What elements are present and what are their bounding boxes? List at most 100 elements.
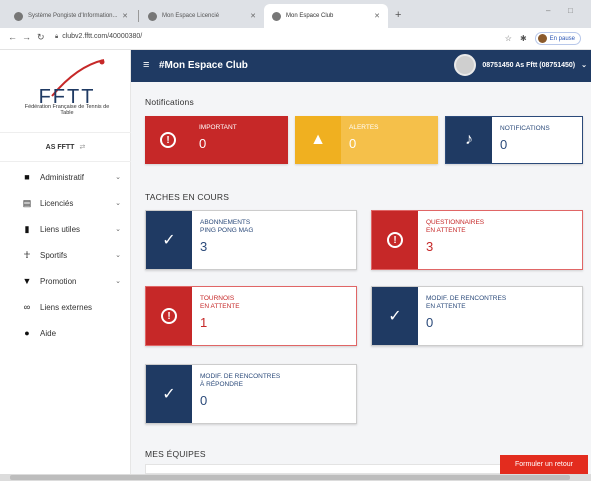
sidebar-item-aide[interactable]: ● Aide [0,320,131,346]
card-value: 0 [199,136,207,151]
tab-separator [138,10,139,22]
back-arrow-icon[interactable]: ← [8,32,17,42]
reload-icon[interactable]: ↻ [37,32,45,43]
star-icon[interactable]: ☆ [505,34,512,43]
browser-tab-label: Mon Espace Club [286,13,334,19]
task-card-modif-rencontres-repondre[interactable]: ✓ MODIF. DE RENCONTRES À RÉPONDRE 0 [145,364,357,424]
alert-circle-icon: ! [146,287,192,345]
task-card-abonnements[interactable]: ✓ ABONNEMENTS PING PONG MAG 3 [145,210,357,270]
close-tab-icon[interactable]: ✕ [122,12,128,20]
browser-tab-club[interactable]: Mon Espace Club ✕ [264,4,388,28]
lock-icon: 🔒︎ [55,34,59,40]
chevron-down-icon: ⌄ [581,62,587,69]
card-label: MODIF. DE RENCONTRES [200,373,281,380]
url-text: clubv2.fftt.com/40000380/ [62,33,143,40]
sidebar-item-liens-externes[interactable]: ∞ Liens externes [0,294,131,320]
close-tab-icon[interactable]: ✕ [250,12,256,20]
sidebar-item-liens-utiles[interactable]: ▮ Liens utiles ⌄ [0,216,131,242]
profile-avatar [537,34,547,43]
user-label: 08751450 As Fftt (08751450) [482,61,576,69]
link-icon: ∞ [23,302,31,312]
sidebar-item-label: Promotion [40,276,77,286]
user-menu[interactable]: 08751450 As Fftt (08751450) ⌄ [454,54,587,76]
task-card-questionnaires[interactable]: ! QUESTIONNAIRES EN ATTENTE 3 [371,210,583,270]
sidebar-item-label: Liens utiles [40,224,81,234]
card-label: PING PONG MAG [200,227,254,234]
card-value: 3 [200,239,208,254]
card-label: QUESTIONNAIRES [426,219,485,226]
sidebar-menu: ■ Administratif ⌄ ▤ Licenciés ⌄ ▮ Liens … [0,164,131,346]
url-field[interactable]: 🔒︎ clubv2.fftt.com/40000380/ [55,33,142,41]
chevron-down-icon: ⌄ [115,278,121,285]
feedback-button[interactable]: Formuler un retour [500,455,588,474]
briefcase-icon: ■ [24,172,30,182]
card-label: À RÉPONDRE [200,381,243,388]
sidebar-item-sportifs[interactable]: ☥ Sportifs ⌄ [0,242,131,268]
maximize-button[interactable]: □ [568,6,573,15]
minimize-button[interactable]: – [546,6,550,15]
chevron-down-icon: ⌄ [115,226,121,233]
card-value: 0 [200,393,208,408]
menu-hamburger-icon[interactable]: ≡ [143,59,149,71]
swap-icon[interactable]: ⇄ [79,143,85,151]
notification-card-notifications[interactable]: ♪ NOTIFICATIONS 0 [445,116,583,164]
sidebar-item-label: Liens externes [40,302,93,312]
checkmark-icon: ✓ [372,287,418,345]
scrollbar-thumb[interactable] [10,475,570,480]
chevron-down-icon: ⌄ [115,200,121,207]
club-selector[interactable]: AS FFTT ⇄ [0,132,131,162]
browser-tab-licencie[interactable]: Mon Espace Licencié ✕ [140,4,264,28]
sidebar-item-administratif[interactable]: ■ Administratif ⌄ [0,164,131,190]
bell-icon: ♪ [446,117,492,163]
logo-subtitle: Fédération Française de Tennis de Table [24,104,110,116]
card-value: 0 [500,137,508,152]
profile-label: En pause [549,35,575,42]
main-content: Notifications ! IMPORTANT 0 ▲ ALERTES 0 … [131,82,591,474]
sidebar-item-label: Administratif [40,172,85,182]
card-label: TOURNOIS [200,295,235,302]
new-tab-button[interactable]: + [395,9,401,21]
browser-tab-label: Système Pongiste d'Information... [28,13,118,19]
forward-arrow-icon[interactable]: → [22,32,31,42]
card-label: ABONNEMENTS [200,219,251,226]
notification-card-alertes[interactable]: ▲ ALERTES 0 [295,116,438,164]
sidebar-item-label: Aide [40,328,57,338]
browser-tab-spid[interactable]: Système Pongiste d'Information... ✕ [6,4,136,28]
card-label: NOTIFICATIONS [500,125,550,132]
runner-icon: ☥ [23,249,31,260]
card-label: ALERTES [349,124,379,131]
club-name: AS FFTT [45,143,75,151]
card-label: MODIF. DE RENCONTRES [426,295,507,302]
bookmark-icon: ▮ [24,223,30,234]
sidebar-item-label: Licenciés [40,198,74,208]
globe-icon [14,11,23,21]
card-value: 0 [349,136,357,151]
checkmark-icon: ✓ [146,365,192,423]
globe-icon [148,11,157,21]
horizontal-scrollbar[interactable] [0,474,591,481]
close-tab-icon[interactable]: ✕ [374,12,380,20]
card-value: 1 [200,315,208,330]
sidebar-item-promotion[interactable]: ▼ Promotion ⌄ [0,268,131,294]
tasks-title: TACHES EN COURS [145,192,230,202]
app-header: ≡ #Mon Espace Club 08751450 As Fftt (087… [131,50,591,82]
alert-circle-icon: ! [145,116,191,164]
task-card-tournois[interactable]: ! TOURNOIS EN ATTENTE 1 [145,286,357,346]
extensions-icon[interactable]: ✱ [520,34,527,43]
chevron-down-icon: ⌄ [115,174,121,181]
sidebar: FFTT Fédération Française de Tennis de T… [0,50,131,474]
sidebar-item-label: Sportifs [40,250,68,260]
address-bar-actions: ☆ ✱ En pause [505,32,581,45]
card-label: EN ATTENTE [200,303,240,310]
id-card-icon: ▤ [22,197,32,208]
card-label: EN ATTENTE [426,227,466,234]
warning-triangle-icon: ▲ [295,116,341,164]
sidebar-item-licencies[interactable]: ▤ Licenciés ⌄ [0,190,131,216]
profile-button[interactable]: En pause [534,32,581,45]
notification-card-important[interactable]: ! IMPORTANT 0 [145,116,288,164]
card-value: 0 [426,315,434,330]
task-card-modif-rencontres-attente[interactable]: ✓ MODIF. DE RENCONTRES EN ATTENTE 0 [371,286,583,346]
question-icon: ● [24,328,30,338]
page-title: #Mon Espace Club [159,60,248,71]
card-label: EN ATTENTE [426,303,466,310]
